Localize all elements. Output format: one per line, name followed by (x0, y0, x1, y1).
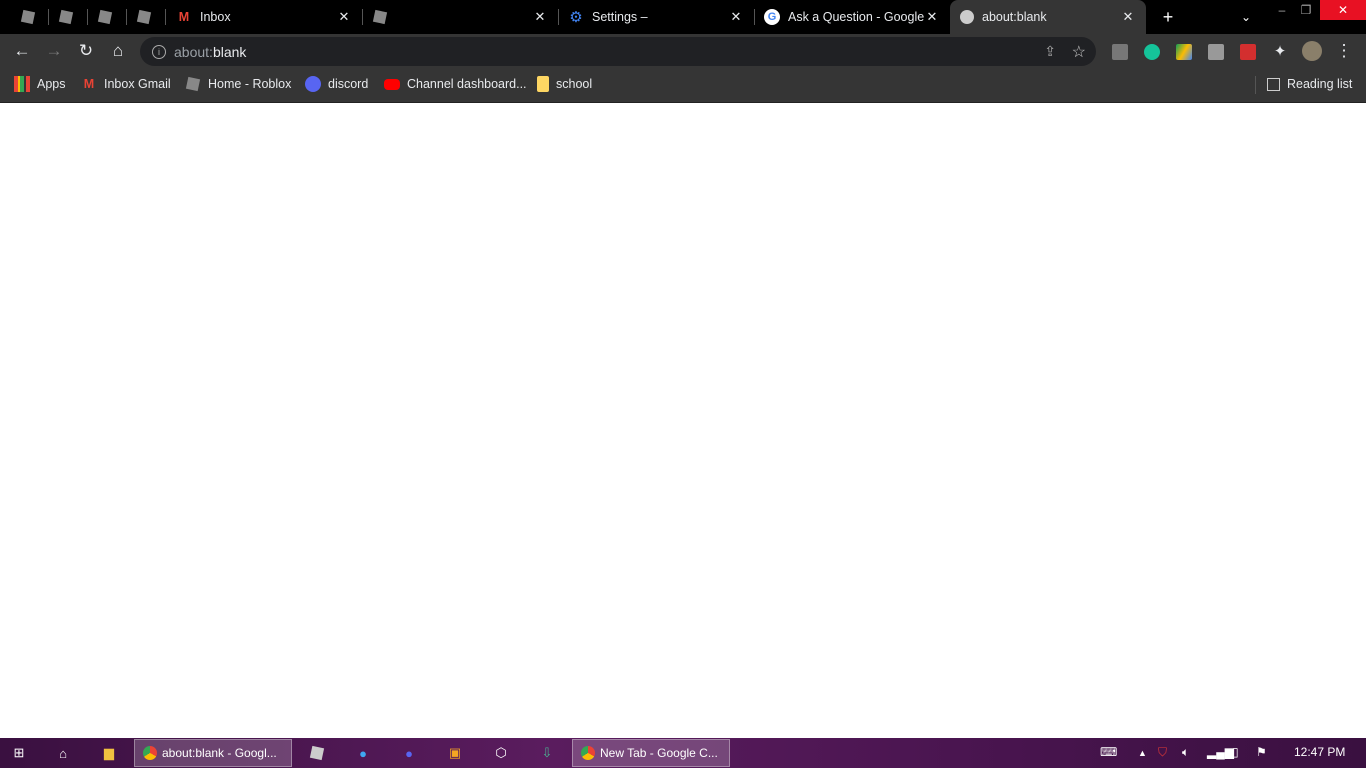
url-prefix: about: (174, 43, 213, 60)
roblox-icon (58, 9, 74, 25)
taskbar-app-chrome-about-blank[interactable]: about:blank - Googl... (134, 739, 292, 767)
globe-icon (960, 10, 974, 24)
apps-grid-icon (14, 76, 30, 92)
restore-button[interactable]: ❐ (1294, 0, 1318, 20)
gmail-icon: M (178, 10, 190, 24)
clock[interactable]: 12:47 PM (1294, 745, 1345, 759)
bookmark-apps[interactable]: Apps (14, 76, 66, 92)
folder-icon (537, 76, 549, 92)
close-tab-icon[interactable]: ✕ (336, 9, 352, 25)
toolbar: ← → ↻ ⌂ i about: blank ⇪ ☆ ✦ ⋮ (0, 34, 1366, 68)
roblox-icon (185, 76, 201, 92)
menu-kebab-icon[interactable]: ⋮ (1332, 39, 1356, 63)
share-icon[interactable]: ⇪ (1044, 43, 1056, 60)
bookmark-home-roblox[interactable]: Home - Roblox (185, 76, 291, 92)
tab-roblox[interactable]: ✕ (362, 0, 558, 34)
bookmark-inbox-gmail[interactable]: M Inbox Gmail (81, 76, 171, 92)
extensions-puzzle-icon[interactable]: ✦ (1268, 39, 1292, 63)
forward-button[interactable]: → (42, 39, 66, 63)
volume-icon[interactable]: 🔈︎ (1182, 745, 1189, 760)
battery-icon[interactable]: ▯ (1232, 745, 1239, 759)
keyboard-icon[interactable]: ⌨ (1100, 745, 1117, 759)
installer-icon[interactable]: ⇩ (536, 742, 558, 764)
bookmark-discord[interactable]: discord (305, 76, 368, 92)
address-bar[interactable]: i about: blank ⇪ ☆ (140, 37, 1096, 66)
taskbar-app-chrome-new-tab[interactable]: New Tab - Google C... (572, 739, 730, 767)
tab-strip: M Inbox ✕ ✕ ⚙ Settings – ✕ G Ask a Question -… (0, 0, 1366, 34)
bookmark-school-folder[interactable]: school (537, 76, 592, 92)
discord-icon (305, 76, 321, 92)
new-tab-button[interactable]: + (1155, 4, 1181, 30)
extension-red-icon[interactable] (1240, 44, 1256, 60)
reload-button[interactable]: ↻ (74, 39, 98, 63)
grammarly-icon[interactable] (1144, 44, 1160, 60)
mcafee-icon[interactable]: ⛉ (1158, 745, 1167, 760)
gmail-icon: M (83, 77, 95, 91)
tab-inbox[interactable]: M Inbox ✕ (166, 0, 362, 34)
youtube-icon (384, 78, 400, 90)
close-tab-icon[interactable]: ✕ (1120, 9, 1136, 25)
tab-pinned-roblox[interactable] (126, 0, 165, 34)
roblox-icon[interactable] (306, 742, 328, 764)
cube-app-icon[interactable]: ⬡ (490, 742, 512, 764)
bookmarks-bar: Apps M Inbox Gmail Home - Roblox discord … (0, 68, 1366, 103)
tab-pinned-roblox[interactable] (87, 0, 126, 34)
tab-search-button[interactable]: ⌄ (1233, 4, 1259, 30)
roblox-icon (97, 9, 113, 25)
page-content (0, 103, 1366, 738)
pdf-icon[interactable] (1208, 44, 1224, 60)
profile-avatar[interactable] (1302, 41, 1322, 61)
gear-icon: ⚙ (569, 9, 583, 26)
media-player-icon[interactable]: ▣ (444, 742, 466, 764)
windows-start-icon[interactable]: ⊞ (8, 742, 30, 764)
chrome-icon (143, 746, 157, 760)
bookmark-channel-dashboard[interactable]: Channel dashboard... (384, 76, 527, 92)
roblox-icon (136, 9, 152, 25)
tab-settings[interactable]: ⚙ Settings – ✕ (558, 0, 754, 34)
tab-ask-question[interactable]: G Ask a Question - Google ✕ (754, 0, 950, 34)
minimize-button[interactable]: – (1270, 0, 1294, 20)
home-button[interactable]: ⌂ (106, 39, 130, 63)
close-tab-icon[interactable]: ✕ (728, 9, 744, 25)
show-hidden-icons-chevron[interactable]: ▲ (1138, 748, 1147, 758)
notifications-flag-icon[interactable]: ⚑ (1256, 745, 1267, 759)
close-tab-icon[interactable]: ✕ (532, 9, 548, 25)
google-drive-icon[interactable] (1176, 44, 1192, 60)
bookmark-star-icon[interactable]: ☆ (1072, 42, 1086, 62)
file-explorer-icon[interactable]: ▆ (98, 742, 120, 764)
chrome-icon (581, 746, 595, 760)
url-host: blank (212, 43, 247, 60)
tab-pinned-roblox[interactable] (48, 0, 87, 34)
taskbar: ⊞ ⌂ ▆ about:blank - Googl... ● ● ▣ ⬡ ⇩ N… (0, 738, 1366, 768)
google-icon: G (764, 9, 780, 25)
discord-icon[interactable]: ● (398, 742, 420, 764)
network-icon[interactable]: ▂▄▆ (1207, 745, 1234, 759)
close-tab-icon[interactable]: ✕ (924, 9, 940, 25)
reading-list-icon (1267, 77, 1280, 91)
edge-icon[interactable]: ● (352, 742, 374, 764)
roblox-icon (20, 9, 36, 25)
reading-list-button[interactable]: Reading list (1267, 76, 1352, 92)
close-window-button[interactable]: ✕ (1320, 0, 1366, 20)
tab-pinned-roblox[interactable] (10, 0, 48, 34)
home-icon[interactable]: ⌂ (52, 742, 74, 764)
back-button[interactable]: ← (10, 39, 34, 63)
tab-about-blank[interactable]: about:blank ✕ (950, 0, 1146, 34)
roblox-icon (372, 9, 388, 25)
info-icon[interactable]: i (152, 44, 166, 59)
extension-icon[interactable] (1112, 44, 1128, 60)
